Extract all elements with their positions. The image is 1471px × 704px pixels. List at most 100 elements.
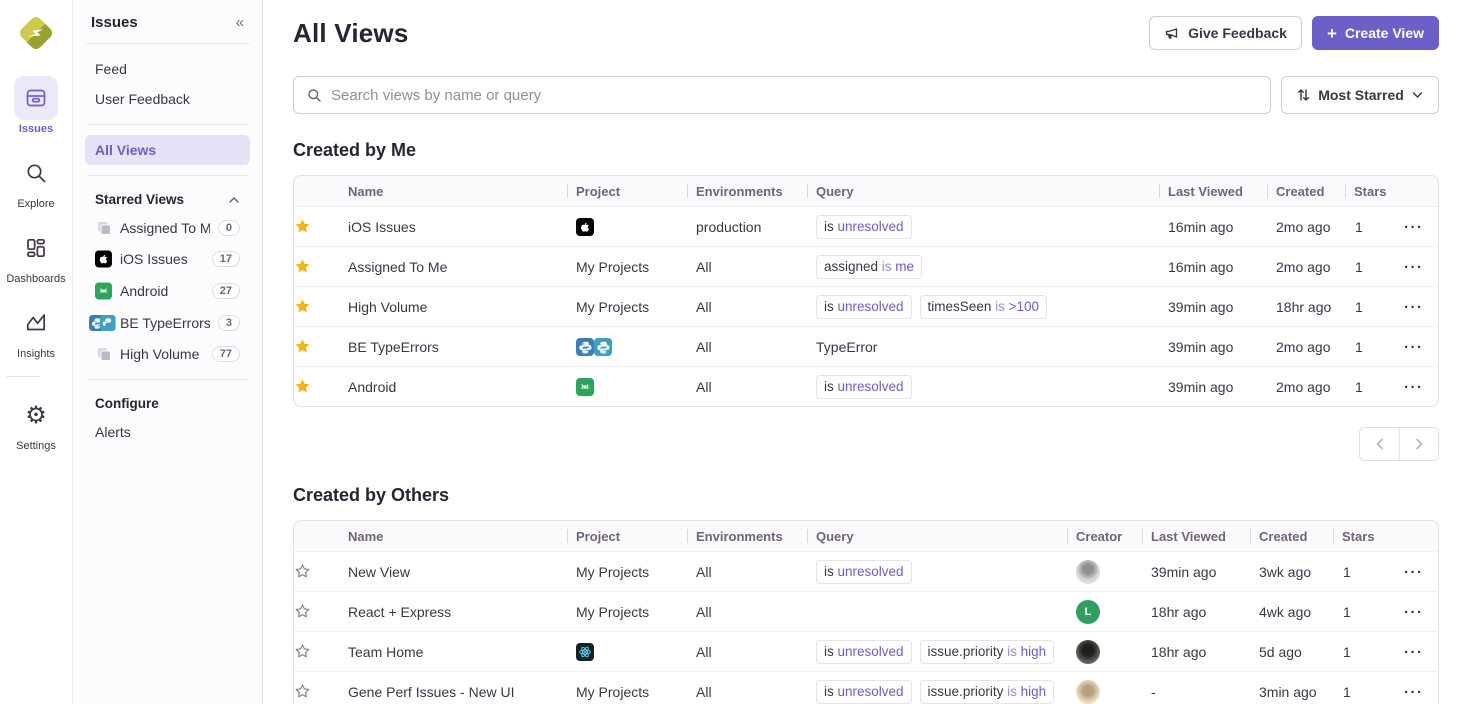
last-viewed-cell: 16min ago [1159,259,1267,275]
collapse-sidebar-icon[interactable]: « [236,14,244,31]
create-view-button[interactable]: + Create View [1312,16,1439,50]
view-name-link[interactable]: React + Express [348,604,451,620]
created-cell: 18hr ago [1267,299,1345,315]
rail-item-insights[interactable]: Insights [6,301,65,360]
star-outline-icon[interactable] [294,683,311,700]
query-chip: issue.priority is high [920,640,1055,664]
sort-dropdown[interactable]: Most Starred [1281,76,1439,114]
more-actions-button[interactable]: ··· [1404,380,1424,395]
created-value: 3min ago [1259,684,1317,700]
query-token: is [824,379,834,394]
rail-item-settings[interactable]: ⚙Settings [6,393,65,452]
environments-cell: All [687,379,807,395]
starred-view-high-volume[interactable]: High Volume77 [85,339,250,369]
query-token: unresolved [834,564,904,579]
column-header-environments: Environments [687,184,807,199]
prev-page-button[interactable] [1360,428,1399,460]
star-filled-icon[interactable] [294,378,311,395]
starred-view-be-typeerrors[interactable]: BE TypeErrors 3 [85,307,250,339]
query-token: me [892,259,915,274]
more-actions-button[interactable]: ··· [1404,645,1424,660]
starred-view-android[interactable]: Android27 [85,275,250,307]
sidebar-item-feed[interactable]: Feed [85,54,250,84]
query-token: is [824,299,834,314]
sidebar-item-user-feedback[interactable]: User Feedback [85,84,250,114]
starred-view-label: Android [120,283,204,299]
more-actions-button[interactable]: ··· [1404,605,1424,620]
starred-view-label: High Volume [120,346,204,362]
dashboards-icon [14,226,58,270]
view-name-link[interactable]: Assigned To Me [348,259,447,275]
starred-view-label: BE TypeErrors [120,315,210,331]
sidebar-item-alerts[interactable]: Alerts [85,417,250,447]
view-name-link[interactable]: Gene Perf Issues - New UI [348,684,515,700]
more-actions-button[interactable]: ··· [1404,565,1424,580]
insights-icon [14,301,58,345]
view-name-link[interactable]: iOS Issues [348,219,416,235]
rail-item-explore[interactable]: Explore [6,151,65,210]
created-value: 2mo ago [1276,219,1330,235]
column-header-creator: Creator [1067,529,1142,544]
last-viewed-value: 39min ago [1168,339,1233,355]
table-header-row: NameProjectEnvironmentsQueryLast ViewedC… [294,176,1438,206]
rail-item-label: Insights [17,348,55,360]
more-actions-button[interactable]: ··· [1404,685,1424,700]
star-filled-icon[interactable] [294,258,311,275]
star-filled-icon[interactable] [294,298,311,315]
query-text: TypeError [816,339,877,355]
view-name-link[interactable]: BE TypeErrors [348,339,439,355]
next-page-button[interactable] [1399,428,1438,460]
starred-views-header[interactable]: Starred Views [85,186,250,213]
android-project-icon [576,378,594,396]
view-name-link[interactable]: Android [348,379,396,395]
last-viewed-cell: 39min ago [1142,564,1250,580]
project-cell [567,218,687,236]
creator-cell [1067,680,1142,704]
created-value: 18hr ago [1276,299,1331,315]
star-cell [294,683,348,700]
sidebar-item-all-views[interactable]: All Views [85,135,250,165]
give-feedback-button[interactable]: Give Feedback [1149,16,1302,50]
created-cell: 3wk ago [1250,564,1333,580]
rail-item-issues[interactable]: Issues [6,76,65,135]
search-icon [14,151,58,195]
issue-count-badge: 3 [218,315,240,331]
more-actions-button[interactable]: ··· [1404,260,1424,275]
query-token: is [824,684,834,699]
view-name-link[interactable]: High Volume [348,299,427,315]
project-cell: My Projects [567,684,687,700]
environments-cell: All [687,644,807,660]
star-outline-icon[interactable] [294,563,311,580]
star-outline-icon[interactable] [294,603,311,620]
main-content: All Views Give Feedback + Create View [263,0,1471,704]
created-cell: 2mo ago [1267,339,1345,355]
sentry-logo[interactable] [15,12,57,54]
more-actions-button[interactable]: ··· [1404,340,1424,355]
column-header-created: Created [1267,184,1345,199]
star-cell [294,218,348,235]
view-name-link[interactable]: New View [348,564,410,580]
last-viewed-cell: 39min ago [1159,339,1267,355]
last-viewed-value: 16min ago [1168,219,1233,235]
query-cell: is unresolvedissue.priority is high [807,640,1067,664]
last-viewed-value: 16min ago [1168,259,1233,275]
rail-item-dashboards[interactable]: Dashboards [6,226,65,285]
starred-view-assigned-to-me[interactable]: Assigned To Me0 [85,213,250,243]
star-filled-icon[interactable] [294,218,311,235]
query-token: high [1017,644,1046,659]
star-filled-icon[interactable] [294,338,311,355]
column-header-last-viewed: Last Viewed [1142,529,1250,544]
table-row: High VolumeMy ProjectsAllis unresolvedti… [294,286,1438,326]
search-input[interactable] [331,87,1257,104]
query-chip: is unresolved [816,375,912,399]
last-viewed-value: 18hr ago [1151,604,1206,620]
table-row: iOS Issuesproductionis unresolved16min a… [294,206,1438,246]
view-name-link[interactable]: Team Home [348,644,423,660]
query-chip: issue.priority is high [920,680,1055,704]
divider [87,175,248,176]
more-actions-button[interactable]: ··· [1404,300,1424,315]
more-actions-button[interactable]: ··· [1404,220,1424,235]
plus-icon: + [1327,25,1337,42]
star-outline-icon[interactable] [294,643,311,660]
starred-view-ios-issues[interactable]: iOS Issues17 [85,243,250,275]
